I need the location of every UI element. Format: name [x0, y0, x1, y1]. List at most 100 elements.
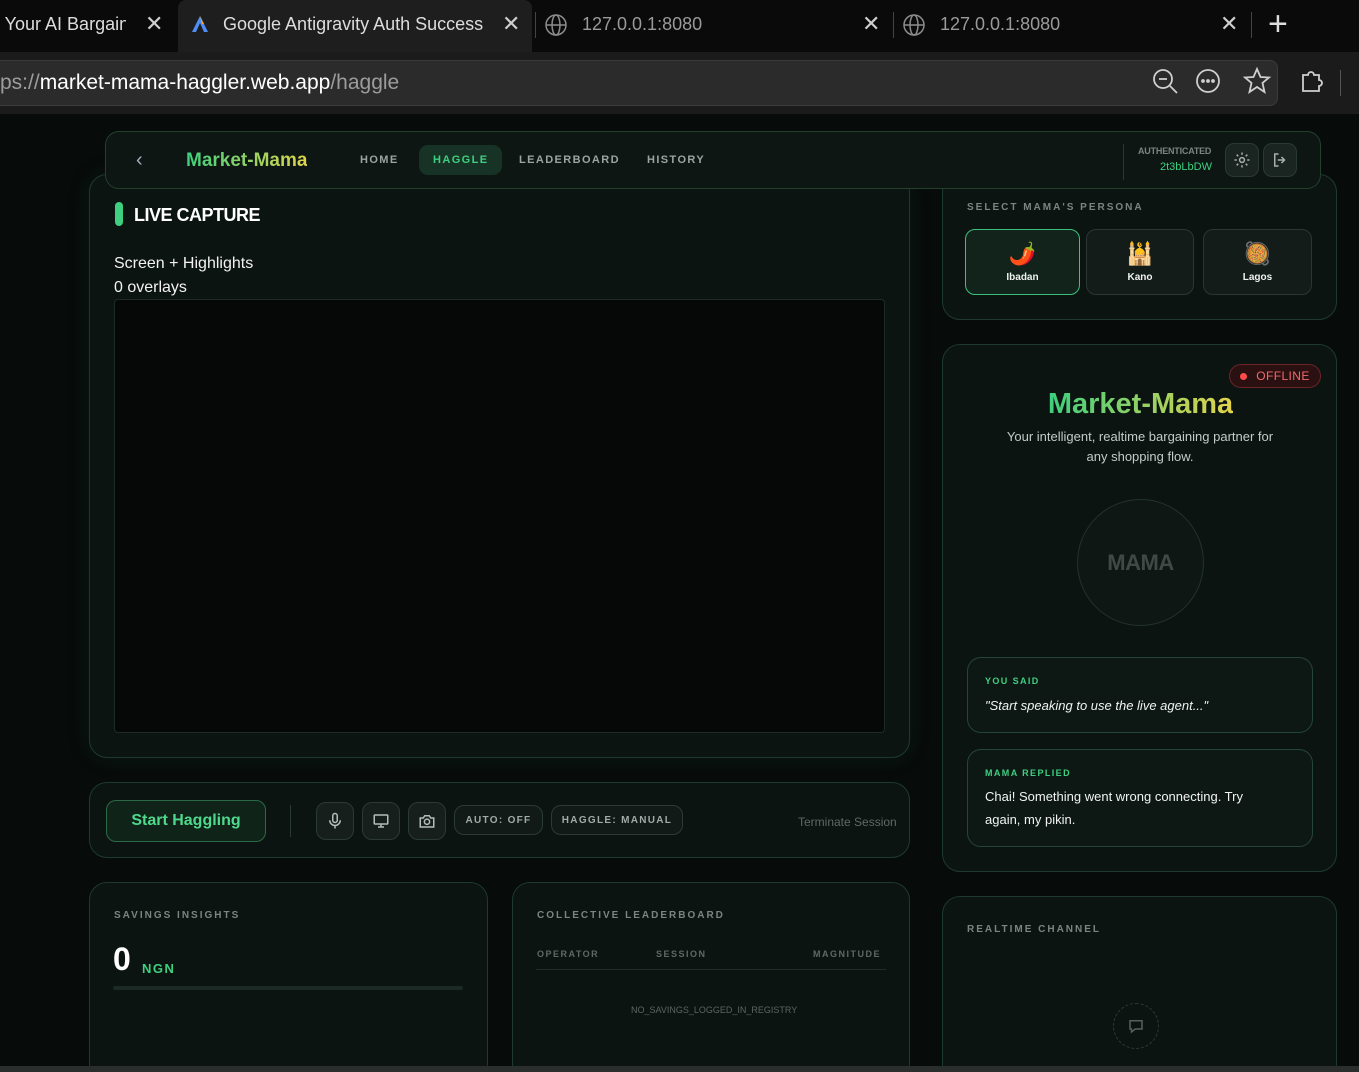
savings-progress-bar	[113, 986, 463, 990]
start-haggling-button[interactable]: Start Haggling	[106, 800, 266, 842]
tab-title: - Your AI Bargainin	[0, 14, 126, 34]
nav-link-leaderboard[interactable]: LEADERBOARD	[519, 154, 620, 166]
brand-logo[interactable]: Market-Mama	[186, 150, 307, 172]
persona-label: SELECT MAMA'S PERSONA	[967, 202, 1144, 213]
header-divider	[536, 969, 886, 970]
url-scheme: ps://	[0, 71, 40, 94]
mama-title: Market-Mama	[943, 388, 1338, 421]
close-tab-icon[interactable]: ✕	[502, 13, 520, 35]
toolbar-divider	[1340, 70, 1341, 96]
nav-link-history[interactable]: HISTORY	[647, 154, 705, 166]
close-tab-icon[interactable]: ✕	[145, 13, 163, 35]
url-host: market-mama-haggler.web.app	[39, 71, 331, 94]
terminate-session-link[interactable]: Terminate Session	[798, 815, 897, 829]
you-said-text: "Start speaking to use the live agent...…	[985, 698, 1209, 713]
mama-replied-text: Chai! Something went wrong connecting. T…	[985, 789, 1243, 827]
mama-tagline: Your intelligent, realtime bargaining pa…	[1006, 429, 1274, 464]
url-path: /haggle	[330, 71, 400, 94]
more-options-icon[interactable]	[1193, 66, 1223, 96]
browser-tab-bar: - Your AI Bargainin ✕ Google Antigravity…	[0, 0, 1359, 52]
logout-icon	[1274, 153, 1286, 167]
food-pan-icon: 🥘	[1243, 240, 1272, 266]
back-arrow-icon[interactable]: ‹	[136, 149, 143, 172]
pepper-icon: 🌶️	[1008, 240, 1037, 266]
live-indicator-bar	[115, 202, 123, 226]
haggle-mode-toggle[interactable]: HAGGLE: MANUAL	[551, 805, 683, 835]
mama-replied-bubble: MAMA REPLIED Chai! Something went wrong …	[967, 749, 1313, 847]
persona-option-lagos[interactable]: 🥘 Lagos	[1203, 229, 1312, 295]
tab-title: Google Antigravity Auth Success	[223, 14, 484, 34]
auto-toggle[interactable]: AUTO: OFF	[454, 805, 543, 835]
tab-separator	[1251, 12, 1252, 38]
session-controls: Start Haggling AUTO: OFF HAGGLE: MANUAL …	[89, 782, 910, 858]
you-said-bubble: YOU SAID "Start speaking to use the live…	[967, 657, 1313, 733]
persona-name: Ibadan	[1006, 271, 1039, 283]
favorite-star-icon[interactable]	[1242, 66, 1272, 96]
settings-button[interactable]	[1225, 143, 1259, 177]
tab-localhost-2[interactable]: 127.0.0.1:8080 ✕	[894, 0, 1248, 52]
realtime-channel-card: REALTIME CHANNEL	[942, 896, 1337, 1066]
address-bar-row: ps://market-mama-haggler.web.app/haggle	[0, 52, 1359, 114]
mama-agent-card: OFFLINE Market-Mama Your intelligent, re…	[942, 344, 1337, 872]
tab-localhost-1[interactable]: 127.0.0.1:8080 ✕	[536, 0, 890, 52]
live-capture-panel: LIVE CAPTURE Screen + Highlights 0 overl…	[89, 174, 910, 758]
savings-label: SAVINGS INSIGHTS	[114, 910, 241, 921]
antigravity-logo-icon	[192, 16, 208, 32]
tab-title: 127.0.0.1:8080	[940, 14, 1061, 34]
auth-user-id: 2t3bLbDW	[1160, 161, 1212, 173]
globe-icon	[903, 14, 925, 36]
tab-market-mama[interactable]: - Your AI Bargainin ✕	[0, 0, 176, 52]
column-header-operator: OPERATOR	[537, 949, 600, 959]
leaderboard-empty-state: NO_SAVINGS_LOGGED_IN_REGISTRY	[631, 1005, 798, 1015]
snapshot-button[interactable]	[408, 802, 446, 840]
new-tab-button[interactable]: +	[1268, 0, 1288, 50]
chat-placeholder	[1113, 1003, 1159, 1049]
column-header-magnitude: MAGNITUDE	[813, 949, 881, 959]
mama-title-text: Market-Mama	[1047, 388, 1234, 420]
status-text: OFFLINE	[1256, 369, 1310, 383]
status-badge: OFFLINE	[1229, 364, 1321, 388]
column-header-session: SESSION	[656, 949, 707, 959]
persona-name: Lagos	[1242, 271, 1273, 283]
screen-share-button[interactable]	[362, 802, 400, 840]
capture-mode: Screen + Highlights	[114, 255, 254, 272]
zoom-out-icon[interactable]	[1150, 66, 1180, 96]
gear-icon	[1234, 152, 1250, 168]
status-dot-icon	[1240, 372, 1248, 380]
url-text[interactable]: ps://market-mama-haggler.web.app/haggle	[0, 71, 399, 95]
camera-icon	[419, 815, 435, 828]
collective-leaderboard-card: COLLECTIVE LEADERBOARD OPERATOR SESSION …	[512, 882, 910, 1066]
nav-link-haggle[interactable]: HAGGLE	[419, 145, 503, 175]
chat-bubble-icon	[1129, 1020, 1143, 1034]
savings-amount: 0	[113, 941, 131, 977]
globe-icon	[545, 14, 567, 36]
close-tab-icon[interactable]: ✕	[1220, 13, 1238, 35]
persona-option-ibadan[interactable]: 🌶️ Ibadan	[965, 229, 1080, 295]
microphone-icon	[329, 812, 341, 829]
tab-antigravity[interactable]: Google Antigravity Auth Success ✕	[178, 0, 532, 52]
mosque-icon: 🕌	[1126, 240, 1154, 266]
microphone-button[interactable]	[316, 802, 354, 840]
nav-link-home[interactable]: HOME	[360, 154, 399, 166]
top-nav: ‹ Market-Mama HOME HAGGLE LEADERBOARD HI…	[105, 131, 1321, 189]
page: ‹ Market-Mama HOME HAGGLE LEADERBOARD HI…	[0, 114, 1359, 1066]
close-tab-icon[interactable]: ✕	[862, 13, 880, 35]
you-said-label: YOU SAID	[985, 676, 1040, 686]
controls-divider	[290, 805, 291, 837]
leaderboard-label: COLLECTIVE LEADERBOARD	[537, 910, 725, 921]
extensions-icon[interactable]	[1297, 66, 1327, 96]
mama-replied-label: MAMA REPLIED	[985, 768, 1071, 778]
savings-insights-card: SAVINGS INSIGHTS 0 NGN	[89, 882, 488, 1066]
monitor-icon	[373, 814, 389, 828]
persona-name: Kano	[1127, 271, 1153, 283]
persona-selector-card: SELECT MAMA'S PERSONA 🌶️ Ibadan 🕌 Kano 🥘…	[942, 174, 1337, 320]
persona-option-kano[interactable]: 🕌 Kano	[1086, 229, 1194, 295]
nav-divider	[1123, 144, 1124, 180]
realtime-label: REALTIME CHANNEL	[967, 924, 1102, 935]
logout-button[interactable]	[1263, 143, 1297, 177]
overlay-count: 0 overlays	[114, 279, 187, 296]
screen-capture-view[interactable]	[114, 299, 885, 733]
mama-avatar[interactable]: MAMA	[1077, 499, 1204, 626]
tab-title: 127.0.0.1:8080	[582, 14, 703, 34]
savings-currency: NGN	[142, 961, 176, 976]
